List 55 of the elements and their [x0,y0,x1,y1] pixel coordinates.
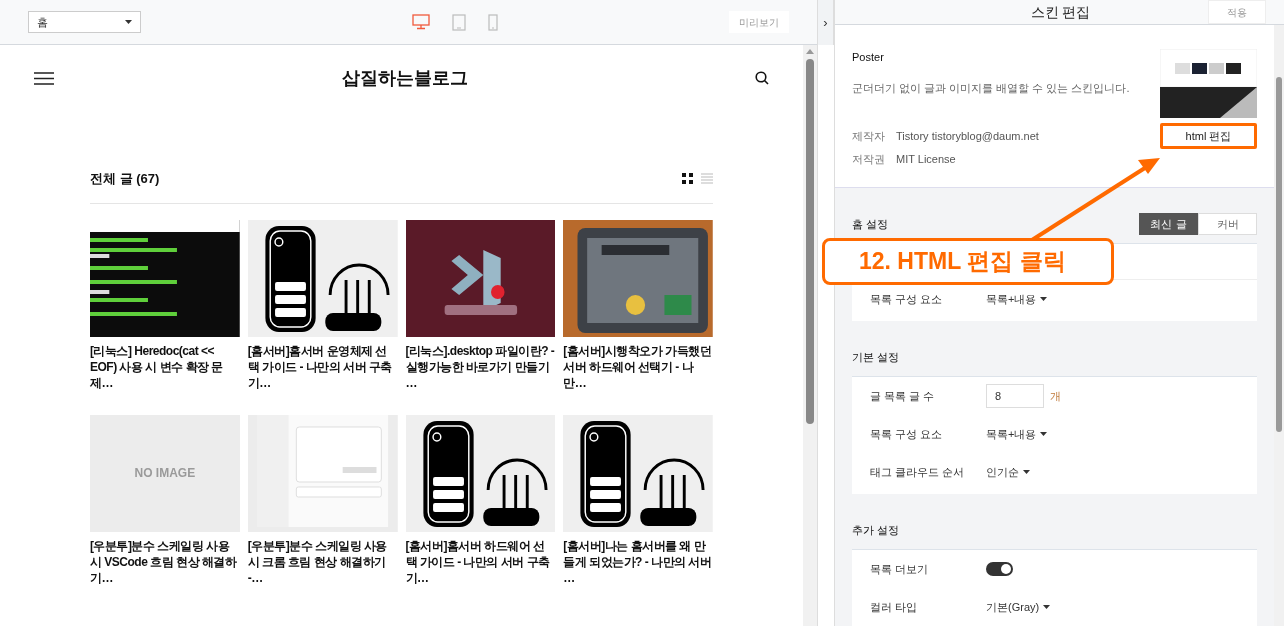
scrollbar-thumb[interactable] [806,59,814,424]
post-title[interactable]: [홈서버]나는 홈서버를 왜 만들게 되었는가? - 나만의 서버 … [563,537,713,586]
skin-name: Poster [852,50,885,65]
setting-label: 컬러 타입 [870,599,919,615]
list-heading: 전체 글 (67) [90,170,160,188]
list-view-icon[interactable] [701,173,713,185]
dropdown[interactable]: 인기순 [986,463,1030,481]
setting-label: 태그 클라우드 순서 [870,464,966,480]
setting-label: 글 목록 글 수 [870,388,936,404]
scroll-up-icon[interactable] [806,49,814,54]
post-title[interactable]: [홈서버]홈서버 운영체제 선택 가이드 - 나만의 서버 구축기… [247,342,398,391]
blog-title[interactable]: 삽질하는블로그 [54,64,755,92]
caret-icon [1040,297,1048,301]
html-edit-button[interactable]: html 편집 [1160,123,1257,149]
dropdown[interactable]: 목록+내용 [986,290,1048,308]
skin-description: 군더더기 없이 글과 이미지를 배열할 수 있는 스킨입니다. [852,80,1131,96]
post-title[interactable]: [리눅스].desktop 파일이란? - 실행가능한 바로가기 만들기 … [405,342,556,391]
segment-tab[interactable]: 최신 글 [1139,213,1198,235]
no-image-text: NO IMAGE [134,465,196,482]
section-title: 기본 설정 [852,349,900,365]
post-title[interactable]: [우분투]분수 스케일링 사용 시 크롬 흐림 현상 해결하기 -… [247,537,398,586]
callout-text: 12. HTML 편집 클릭 [859,247,1066,277]
post-title[interactable]: [리눅스] Heredoc(cat << EOF) 사용 시 변수 확장 문제… [90,342,240,391]
search-icon[interactable] [755,71,769,85]
post-title[interactable]: [홈서버]시행착오가 가득했던 서버 하드웨어 선택기 - 나만… [563,342,713,391]
meta-value: MIT License [896,151,956,167]
monitor-icon[interactable] [412,14,430,30]
meta-value: Tistory tistoryblog@daum.net [896,129,1039,144]
grid-view-icon[interactable] [682,173,693,185]
toggle-switch[interactable] [986,562,1013,576]
post-title[interactable]: [홈서버]홈서버 하드웨어 선택 가이드 - 나만의 서버 구축기… [405,537,556,586]
panel-title: 스킨 편집 [1029,2,1092,22]
scrollbar-thumb[interactable] [1276,77,1282,432]
caret-icon [1023,470,1030,474]
menu-icon[interactable] [34,71,54,85]
post-title[interactable]: [우분투]분수 스케일링 사용 시 VSCode 흐림 현상 해결하기… [90,537,240,586]
dropdown[interactable]: 목록+내용 [986,425,1048,443]
meta-label: 제작자 [852,129,886,144]
caret-icon [125,20,132,24]
setting-label: 목록 더보기 [870,561,930,577]
section-title: 추가 설정 [852,522,900,538]
setting-label: 목록 구성 요소 [870,426,944,442]
section-title: 홈 설정 [852,216,889,232]
phone-icon[interactable] [488,13,498,31]
caret-icon [1043,605,1051,609]
unit-text: 개 [1050,388,1061,404]
segment-tab[interactable]: 커버 [1198,213,1257,235]
collapse-toggle[interactable]: › [823,12,828,33]
page-dropdown[interactable]: 홈 [28,11,141,33]
caret-icon [1040,432,1048,436]
meta-label: 저작권 [852,151,886,167]
number-field[interactable]: 8 [986,384,1044,408]
dropdown[interactable]: 기본(Gray) [986,598,1051,616]
tablet-icon[interactable] [452,13,466,31]
setting-label: 목록 구성 요소 [870,291,944,307]
